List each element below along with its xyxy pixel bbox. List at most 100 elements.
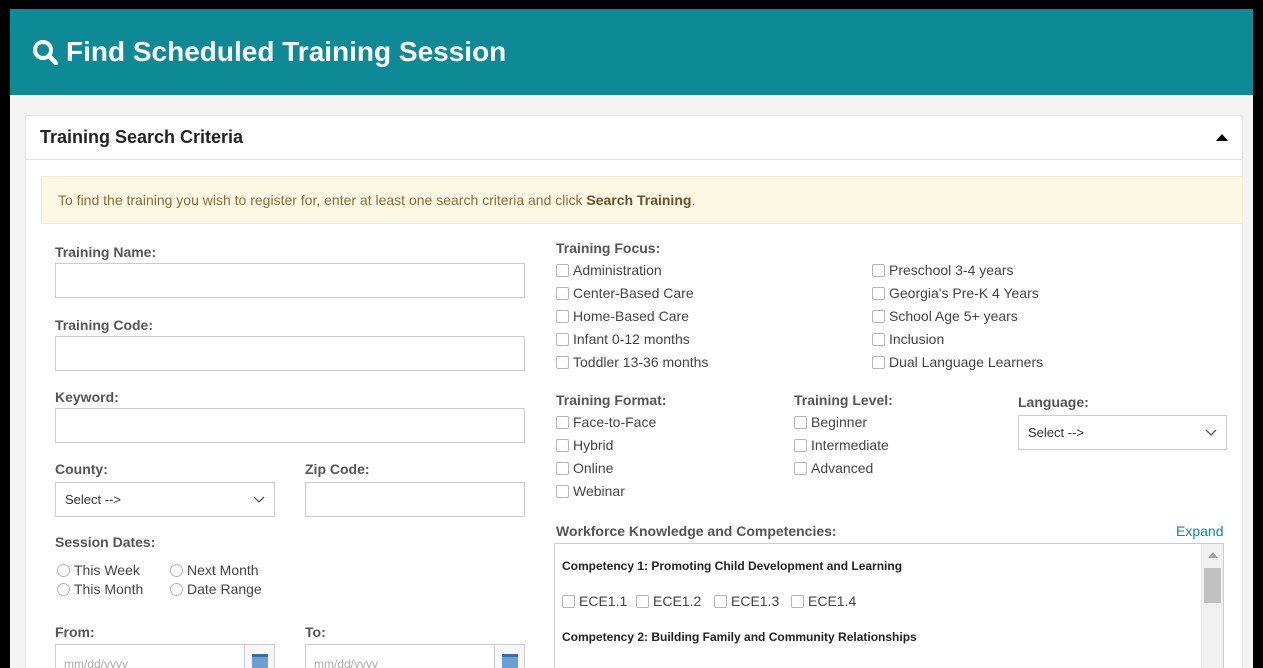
radio-date-range[interactable]: Date Range: [170, 581, 262, 597]
checkbox-label: Dual Language Learners: [889, 354, 1044, 370]
checkbox[interactable]: [556, 461, 569, 475]
checkbox-center-based-care[interactable]: Center-Based Care: [556, 285, 694, 301]
checkbox-preschool[interactable]: Preschool 3-4 years: [872, 262, 1014, 278]
checkbox[interactable]: [556, 309, 569, 323]
checkbox-label: Advanced: [811, 460, 874, 476]
radio-next-month[interactable]: Next Month: [170, 562, 259, 578]
checkbox-online[interactable]: Online: [556, 460, 613, 476]
radio-button[interactable]: [57, 582, 70, 596]
notice-end: .: [691, 192, 696, 208]
checkbox-label: Georgia's Pre-K 4 Years: [889, 285, 1039, 301]
to-date-placeholder: mm/dd/yyyy: [314, 657, 379, 668]
language-select[interactable]: Select -->: [1018, 415, 1227, 450]
to-date-input[interactable]: mm/dd/yyyy: [305, 644, 525, 668]
checkbox[interactable]: [714, 594, 727, 608]
checkbox-ece1-3[interactable]: ECE1.3: [714, 593, 779, 609]
checkbox[interactable]: [872, 263, 885, 277]
checkbox-beginner[interactable]: Beginner: [794, 414, 867, 430]
radio-this-month[interactable]: This Month: [57, 581, 143, 597]
checkbox[interactable]: [794, 438, 807, 452]
checkbox-label: ECE1.2: [653, 593, 702, 609]
checkbox-georgia-pre-k[interactable]: Georgia's Pre-K 4 Years: [872, 285, 1039, 301]
caret-up-icon[interactable]: [1216, 134, 1228, 141]
keyword-label: Keyword:: [55, 389, 119, 405]
checkbox-advanced[interactable]: Advanced: [794, 460, 873, 476]
checkbox-label: Inclusion: [889, 331, 945, 347]
panel-title: Training Search Criteria: [40, 127, 244, 147]
checkbox-intermediate[interactable]: Intermediate: [794, 437, 889, 453]
training-format-label: Training Format:: [556, 392, 667, 408]
notice-bold-text: Search Training: [586, 192, 692, 208]
competency-2-title: Competency 2: Building Family and Commun…: [562, 630, 917, 644]
from-date-input[interactable]: mm/dd/yyyy: [55, 644, 275, 668]
zip-code-input[interactable]: [305, 482, 525, 517]
checkbox[interactable]: [556, 263, 569, 277]
checkbox-webinar[interactable]: Webinar: [556, 483, 625, 499]
checkbox-hybrid[interactable]: Hybrid: [556, 437, 613, 453]
app-frame: Find Scheduled Training Session Training…: [10, 9, 1253, 668]
radio-button[interactable]: [170, 582, 183, 596]
checkbox-label: Home-Based Care: [573, 308, 689, 324]
checkbox[interactable]: [872, 332, 885, 346]
checkbox[interactable]: [872, 286, 885, 300]
panel-header[interactable]: Training Search Criteria: [26, 116, 1242, 160]
competencies-list[interactable]: Competency 1: Promoting Child Developmen…: [554, 543, 1224, 668]
expand-link[interactable]: Expand: [1176, 523, 1223, 539]
scroll-thumb[interactable]: [1204, 568, 1221, 603]
scrollbar[interactable]: [1201, 544, 1223, 668]
checkbox-label: Beginner: [811, 414, 868, 430]
checkbox-label: Face-to-Face: [573, 414, 657, 430]
checkbox[interactable]: [791, 594, 804, 608]
checkbox-infant[interactable]: Infant 0-12 months: [556, 331, 690, 347]
checkbox-school-age[interactable]: School Age 5+ years: [872, 308, 1018, 324]
training-name-input[interactable]: [55, 263, 525, 298]
checkbox-inclusion[interactable]: Inclusion: [872, 331, 944, 347]
keyword-input[interactable]: [55, 408, 525, 443]
radio-this-week[interactable]: This Week: [57, 562, 140, 578]
radio-button[interactable]: [170, 563, 183, 577]
checkbox[interactable]: [556, 286, 569, 300]
zip-code-label: Zip Code:: [305, 461, 370, 477]
page-title: Find Scheduled Training Session: [66, 36, 507, 67]
checkbox-ece1-1[interactable]: ECE1.1: [562, 593, 627, 609]
checkbox[interactable]: [556, 355, 569, 369]
checkbox[interactable]: [872, 355, 885, 369]
training-code-input[interactable]: [55, 336, 525, 371]
checkbox[interactable]: [556, 332, 569, 346]
checkbox[interactable]: [794, 461, 807, 475]
county-select[interactable]: Select -->: [55, 482, 275, 517]
calendar-icon: [502, 654, 518, 668]
checkbox[interactable]: [794, 415, 807, 429]
checkbox[interactable]: [636, 594, 649, 608]
checkbox[interactable]: [556, 415, 569, 429]
scroll-up-icon[interactable]: [1208, 552, 1218, 558]
checkbox-label: Center-Based Care: [573, 285, 694, 301]
checkbox-dual-language[interactable]: Dual Language Learners: [872, 354, 1043, 370]
checkbox[interactable]: [556, 484, 569, 498]
competencies-label: Workforce Knowledge and Competencies:: [556, 523, 837, 539]
checkbox[interactable]: [562, 594, 575, 608]
training-code-label: Training Code:: [55, 317, 153, 333]
checkbox-label: ECE1.4: [808, 593, 857, 609]
checkbox-ece1-2[interactable]: ECE1.2: [636, 593, 701, 609]
county-label: County:: [55, 461, 108, 477]
checkbox-label: Webinar: [573, 483, 625, 499]
from-date-placeholder: mm/dd/yyyy: [64, 657, 129, 668]
checkbox[interactable]: [872, 309, 885, 323]
radio-button[interactable]: [57, 563, 70, 577]
instruction-notice: To find the training you wish to registe…: [41, 176, 1243, 224]
checkbox-label: Intermediate: [811, 437, 889, 453]
checkbox-administration[interactable]: Administration: [556, 262, 662, 278]
checkbox[interactable]: [556, 438, 569, 452]
session-dates-label: Session Dates:: [55, 534, 156, 550]
checkbox-home-based-care[interactable]: Home-Based Care: [556, 308, 689, 324]
to-label: To:: [305, 624, 326, 640]
calendar-button[interactable]: [494, 645, 524, 668]
checkbox-ece1-4[interactable]: ECE1.4: [791, 593, 856, 609]
checkbox-label: ECE1.3: [731, 593, 780, 609]
radio-label: Date Range: [187, 581, 262, 597]
checkbox-toddler[interactable]: Toddler 13-36 months: [556, 354, 708, 370]
radio-label: Next Month: [187, 562, 259, 578]
checkbox-face-to-face[interactable]: Face-to-Face: [556, 414, 656, 430]
calendar-button[interactable]: [244, 645, 274, 668]
